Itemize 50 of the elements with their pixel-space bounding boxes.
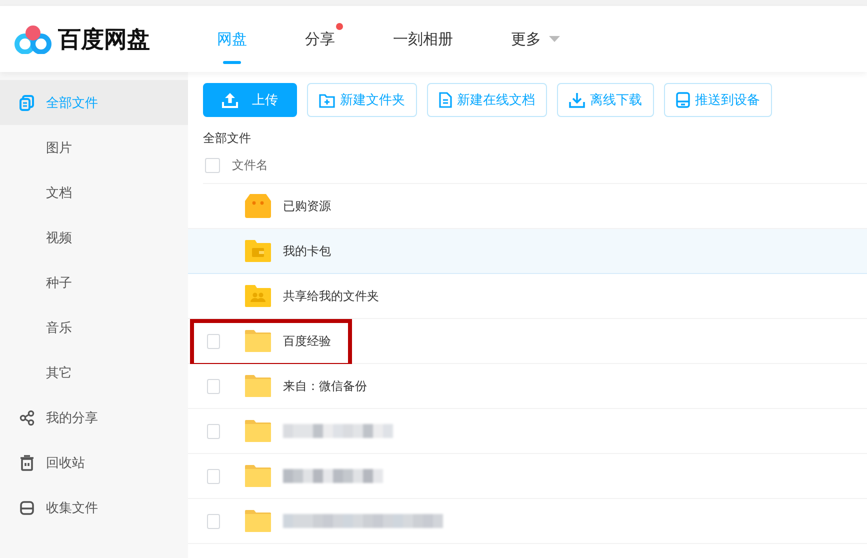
sidebar-item[interactable]: 回收站 [0,440,188,485]
row-checkbox[interactable] [207,378,220,394]
share-icon [19,410,35,426]
sidebar-item[interactable]: 其它 [0,350,188,395]
file-row[interactable]: 百度经验 [188,319,867,364]
folder-plus-icon [319,92,335,108]
nav-tab[interactable]: 分享 [276,6,364,72]
column-header[interactable]: 文件名 [232,156,268,174]
select-all-checkbox[interactable] [205,158,220,172]
file-row[interactable]: 来自：微信备份 [188,364,867,409]
sidebar-item[interactable]: 图片 [0,125,188,170]
logo-text: 百度网盘 [58,26,150,54]
file-name: 我的卡包 [283,242,331,260]
folder-icon [245,420,271,442]
folder-icon [245,465,271,487]
breadcrumb[interactable]: 全部文件 [203,130,251,147]
row-checkbox[interactable] [207,424,220,438]
download-icon [569,92,585,108]
file-name: 共享给我的文件夹 [283,288,379,304]
sidebar-item[interactable]: 音乐 [0,305,188,350]
notification-dot [336,23,343,30]
trash-icon [19,454,35,470]
shared-folder-icon [245,285,271,307]
files-icon [19,94,35,110]
file-name: 已购资源 [283,198,331,214]
folder-icon [245,330,271,352]
caret-icon [549,36,560,42]
sidebar-item[interactable]: 文档 [0,170,188,215]
file-row[interactable]: 我的卡包 [188,229,867,274]
nav-tab[interactable]: 一刻相册 [364,6,482,72]
row-checkbox[interactable] [207,334,220,348]
row-checkbox[interactable] [207,514,220,528]
row-checkbox[interactable] [207,468,220,484]
wallet-folder-icon [245,240,271,262]
logo-icon [14,24,52,54]
upload-icon [222,92,238,108]
tray-icon [19,500,35,516]
nav-tab[interactable]: 更多 [482,6,589,72]
folder-icon [245,510,271,532]
device-icon [676,92,690,108]
sidebar-item[interactable]: 我的分享 [0,395,188,440]
folder-icon [245,375,271,397]
bag-icon [245,194,271,218]
sidebar-item[interactable]: 视频 [0,215,188,260]
sidebar-item[interactable]: 收集文件 [0,485,188,530]
document-icon [439,92,452,108]
file-name: 百度经验 [283,332,331,350]
sidebar-item[interactable]: 种子 [0,260,188,305]
file-name: 来自：微信备份 [283,378,367,394]
active-tab-underline [223,61,241,64]
